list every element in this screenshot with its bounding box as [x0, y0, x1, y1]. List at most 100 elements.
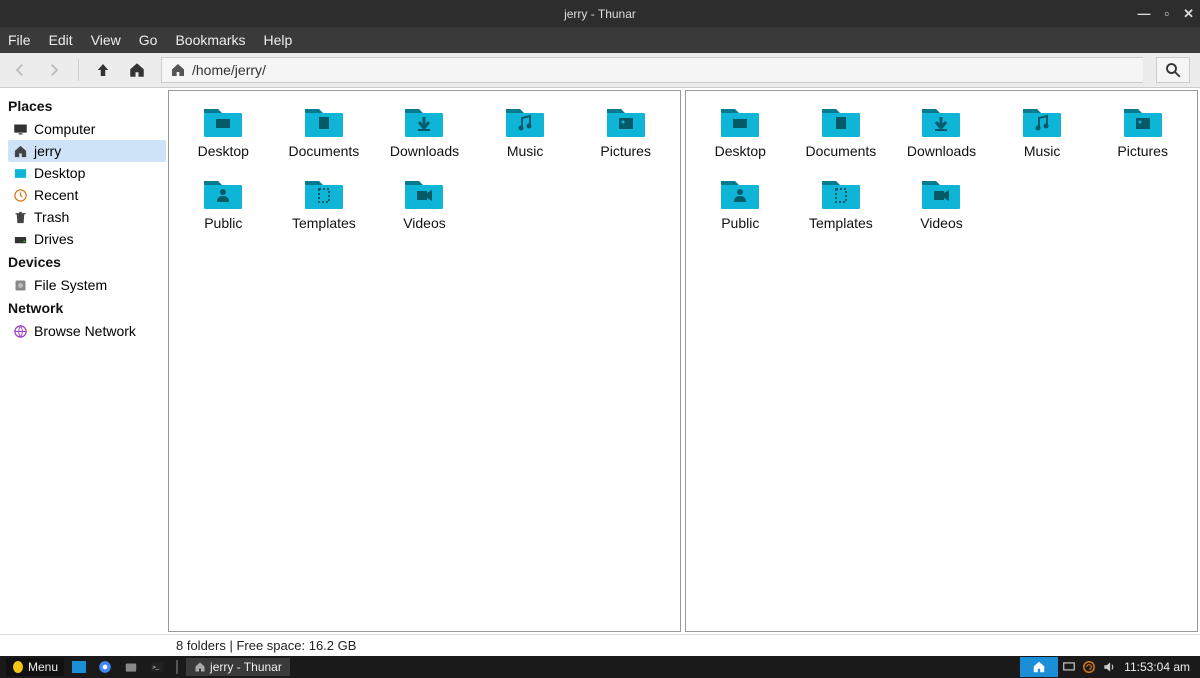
taskbar-sep [172, 658, 182, 676]
folder-documents[interactable]: Documents [276, 99, 373, 163]
search-button[interactable] [1156, 57, 1190, 83]
folder-public[interactable]: Public [175, 171, 272, 235]
folder-downloads[interactable]: Downloads [893, 99, 990, 163]
folder-music[interactable]: Music [994, 99, 1091, 163]
home-icon [194, 661, 206, 673]
sidebar-item-recent[interactable]: Recent [8, 184, 166, 206]
sidebar-item-computer[interactable]: Computer [8, 118, 166, 140]
sidebar-item-label: Desktop [34, 165, 85, 181]
folder-desktop[interactable]: Desktop [692, 99, 789, 163]
up-button[interactable] [93, 60, 113, 80]
folder-pictures[interactable]: Pictures [1094, 99, 1191, 163]
folder-pictures[interactable]: Pictures [577, 99, 674, 163]
start-menu-button[interactable]: Menu [6, 658, 64, 676]
sidebar-item-drives[interactable]: Drives [8, 228, 166, 250]
menu-bookmarks[interactable]: Bookmarks [175, 32, 245, 48]
forward-button[interactable] [44, 60, 64, 80]
menu-help[interactable]: Help [264, 32, 293, 48]
folder-label: Pictures [1117, 143, 1168, 159]
home-button[interactable] [127, 60, 147, 80]
files-icon [124, 660, 138, 674]
chrome-icon [98, 660, 112, 674]
minimize-button[interactable]: — [1137, 6, 1150, 21]
folder-label: Templates [292, 215, 356, 231]
folder-label: Downloads [907, 143, 976, 159]
folder-icon [918, 103, 964, 139]
folder-label: Videos [920, 215, 963, 231]
home-icon [12, 143, 28, 159]
sidebar-item-desktop[interactable]: Desktop [8, 162, 166, 184]
folder-icon [1019, 103, 1065, 139]
folder-public[interactable]: Public [692, 171, 789, 235]
content-panes: Desktop Documents Downloads Music Pictur… [166, 88, 1200, 634]
tray-volume-icon[interactable] [1102, 660, 1116, 674]
maximize-button[interactable]: ▫ [1164, 6, 1169, 21]
taskbar-pin-desktop[interactable] [68, 658, 90, 676]
menu-view[interactable]: View [91, 32, 121, 48]
taskbar-pin-terminal[interactable]: >_ [146, 658, 168, 676]
back-button[interactable] [10, 60, 30, 80]
folder-label: Pictures [600, 143, 651, 159]
folder-icon [401, 175, 447, 211]
folder-label: Videos [403, 215, 446, 231]
window-title: jerry - Thunar [564, 7, 636, 21]
sidebar-heading: Places [8, 94, 166, 118]
search-icon [1164, 61, 1182, 79]
path-text: /home/jerry/ [192, 62, 266, 78]
folder-label: Documents [805, 143, 876, 159]
taskbar: Menu >_ jerry - Thunar 11:53:04 am [0, 656, 1200, 678]
sidebar-item-browse-network[interactable]: Browse Network [8, 320, 166, 342]
statusbar-text: 8 folders | Free space: 16.2 GB [176, 638, 356, 653]
menu-go[interactable]: Go [139, 32, 158, 48]
sidebar-item-jerry[interactable]: jerry [8, 140, 166, 162]
folder-icon [401, 103, 447, 139]
terminal-icon: >_ [150, 660, 164, 674]
menu-file[interactable]: File [8, 32, 31, 48]
taskbar-pin-chrome[interactable] [94, 658, 116, 676]
sidebar-item-label: File System [34, 277, 107, 293]
statusbar: 8 folders | Free space: 16.2 GB [0, 634, 1200, 656]
tray-update-icon[interactable] [1082, 660, 1096, 674]
drive-icon [12, 231, 28, 247]
folder-templates[interactable]: Templates [276, 171, 373, 235]
menubar: File Edit View Go Bookmarks Help [0, 27, 1200, 53]
pathbar[interactable]: /home/jerry/ [161, 57, 1143, 83]
folder-templates[interactable]: Templates [793, 171, 890, 235]
tux-icon [12, 660, 24, 674]
taskbar-pin-files[interactable] [120, 658, 142, 676]
sidebar-item-label: jerry [34, 143, 61, 159]
sidebar-item-label: Recent [34, 187, 78, 203]
folder-downloads[interactable]: Downloads [376, 99, 473, 163]
pane-right[interactable]: Desktop Documents Downloads Music Pictur… [685, 90, 1198, 632]
home-icon [170, 62, 186, 78]
tray-monitor-icon[interactable] [1062, 660, 1076, 674]
sidebar-item-trash[interactable]: Trash [8, 206, 166, 228]
sidebar-item-label: Computer [34, 121, 95, 137]
sidebar-item-file-system[interactable]: File System [8, 274, 166, 296]
sidebar-item-label: Trash [34, 209, 69, 225]
titlebar: jerry - Thunar — ▫ ✕ [0, 0, 1200, 27]
close-button[interactable]: ✕ [1183, 6, 1194, 22]
menu-edit[interactable]: Edit [49, 32, 73, 48]
main-body: Places Computer jerry Desktop Recent Trash Dri… [0, 88, 1200, 634]
system-tray [1062, 660, 1116, 674]
taskbar-active-window[interactable]: jerry - Thunar [186, 658, 290, 676]
folder-label: Templates [809, 215, 873, 231]
pane-left[interactable]: Desktop Documents Downloads Music Pictur… [168, 90, 681, 632]
folder-desktop[interactable]: Desktop [175, 99, 272, 163]
folder-icon [918, 175, 964, 211]
svg-text:>_: >_ [152, 665, 159, 671]
taskbar-clock[interactable]: 11:53:04 am [1120, 660, 1194, 674]
folder-icon [717, 175, 763, 211]
folder-icon [502, 103, 548, 139]
folder-videos[interactable]: Videos [376, 171, 473, 235]
folder-documents[interactable]: Documents [793, 99, 890, 163]
folder-icon [603, 103, 649, 139]
folder-videos[interactable]: Videos [893, 171, 990, 235]
show-desktop-button[interactable] [1020, 657, 1058, 677]
toolbar: /home/jerry/ [0, 53, 1200, 88]
folder-icon [200, 175, 246, 211]
monitor-icon [12, 121, 28, 137]
folder-label: Desktop [715, 143, 766, 159]
folder-music[interactable]: Music [477, 99, 574, 163]
